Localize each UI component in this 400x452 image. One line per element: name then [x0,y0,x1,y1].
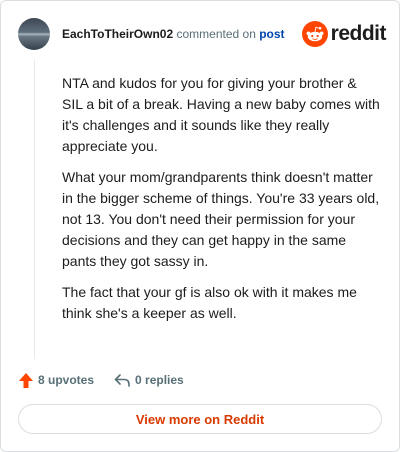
comment-paragraph: The fact that your gf is also ok with it… [62,284,357,321]
comment-body: NTA and kudos for you for giving your br… [62,73,380,334]
comment-paragraph: What your mom/grandparents think doesn't… [62,169,380,269]
post-link[interactable]: post [259,27,284,41]
username-link[interactable]: EachToTheirOwn02 [62,27,173,41]
comment-header: EachToTheirOwn02 commented on post reddi… [18,18,387,50]
embedded-comment-card: EachToTheirOwn02 commented on post reddi… [0,0,400,452]
view-more-button[interactable]: View more on Reddit [18,404,382,434]
thread-line [34,59,35,359]
reply-arrow-icon [114,374,130,387]
brand-name: reddit [330,22,387,45]
action-text: commented on [176,27,256,41]
upvote-count[interactable]: 8 upvotes [18,372,94,389]
comment-paragraph: NTA and kudos for you for giving your br… [62,75,380,154]
comment-stats: 8 upvotes 0 replies [18,370,184,390]
byline: EachToTheirOwn02 commented on post [62,27,285,41]
upvote-arrow-icon [19,372,33,388]
reddit-snoo-icon [301,21,328,47]
reply-count[interactable]: 0 replies [113,372,184,388]
upvote-label: 8 upvotes [38,373,95,387]
reddit-logo[interactable]: reddit [301,21,387,47]
replies-label: 0 replies [135,373,184,387]
user-avatar[interactable] [18,18,50,50]
